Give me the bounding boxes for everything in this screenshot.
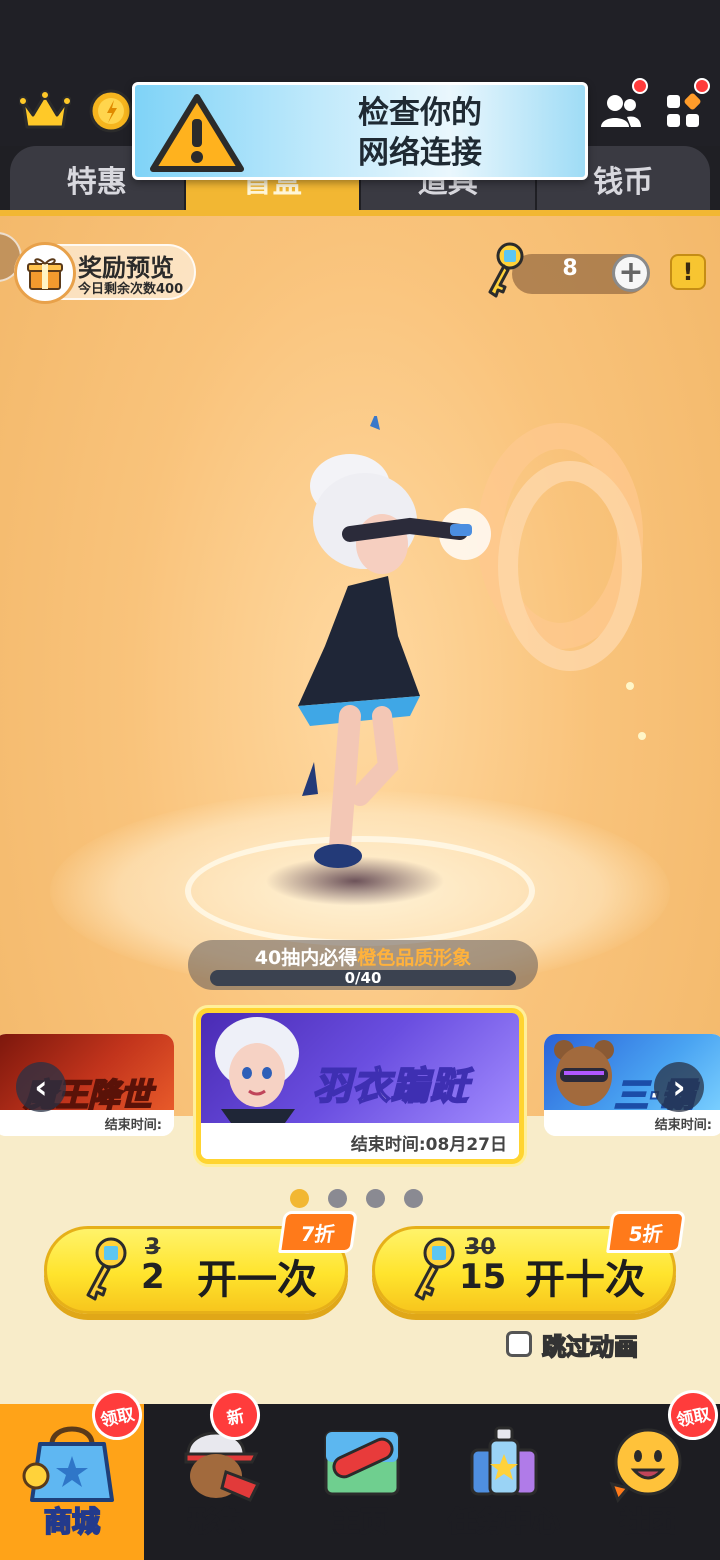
character-portrait-icon <box>215 1017 299 1123</box>
nav-tasks-label: 任务中心 <box>447 1504 561 1539</box>
warning-icon <box>150 94 244 172</box>
network-error-toast: 检查你的 网络连接 <box>132 82 588 180</box>
pager-dot[interactable] <box>328 1189 347 1208</box>
pity-prefix: 40抽内必得 <box>254 947 358 969</box>
key-icon <box>86 1237 127 1301</box>
nav-club[interactable]: 社团 领取 <box>576 1385 720 1560</box>
nav-shop-label: 商城 <box>43 1504 101 1539</box>
nav-home-label: 主页 <box>331 1504 389 1539</box>
nav-tasks[interactable]: 任务中心 <box>432 1404 576 1560</box>
coin-icon[interactable] <box>84 84 138 138</box>
banner-next-arrow[interactable]: › <box>654 1062 704 1112</box>
draw-ten-discount-badge: 5折 <box>606 1211 686 1253</box>
pager-dot[interactable] <box>404 1189 423 1208</box>
nav-home[interactable]: 主页 <box>288 1404 432 1560</box>
draw-once-new-price: 2 <box>141 1257 165 1297</box>
nav-club-label: 社团 <box>619 1504 677 1539</box>
menu-grid-icon[interactable] <box>656 78 710 138</box>
toast-line-2: 网络连接 <box>358 135 482 171</box>
nav-shop[interactable]: 商城 领取 <box>0 1385 147 1560</box>
gift-icon <box>14 242 76 304</box>
banner-right-footer: 结束时间: <box>544 1110 720 1136</box>
draw-ten-label: 开十次 <box>525 1257 645 1303</box>
banner-right-end-time: 结束时间: <box>654 1118 712 1133</box>
blind-box-stage: 奖励预览 今日剩余次数400 8 + ! 40抽内必得橙色品质形象 0/40 魔… <box>0 216 720 1404</box>
character-figure <box>298 416 646 868</box>
key-icon <box>414 1237 455 1301</box>
skip-animation-label: 跳过动画 <box>541 1332 639 1362</box>
skip-animation-checkbox[interactable] <box>506 1331 532 1357</box>
info-button[interactable]: ! <box>670 254 706 290</box>
pity-progress-text: 0/40 <box>344 969 382 987</box>
key-count: 8 <box>562 256 578 281</box>
banner-main-title: 羽衣蹁跹 <box>312 1063 470 1109</box>
nav-avatar[interactable]: 形象 新 <box>144 1385 288 1560</box>
reward-preview-button[interactable]: 奖励预览 今日剩余次数400 <box>14 242 196 304</box>
banner-left-footer: 结束时间: <box>0 1110 174 1136</box>
banner-main[interactable]: 羽衣蹁跹 结束时间:08月27日 <box>196 1008 524 1164</box>
skip-animation-toggle[interactable]: 跳过动画 <box>506 1326 639 1362</box>
pager-dot[interactable] <box>290 1189 309 1208</box>
pity-highlight: 橙色品质形象 <box>357 947 472 969</box>
banner-main-end-time: 结束时间:08月27日 <box>350 1135 507 1155</box>
banner-main-art: 羽衣蹁跹 <box>201 1013 519 1123</box>
ribbon-spiral <box>477 423 643 671</box>
draw-ten-new-price: 15 <box>459 1257 507 1297</box>
draw-once-label: 开一次 <box>197 1257 317 1303</box>
crown-icon[interactable] <box>18 84 72 138</box>
pity-title: 40抽内必得橙色品质形象 <box>188 943 538 970</box>
banner-main-footer: 结束时间:08月27日 <box>201 1123 519 1159</box>
banner-pager <box>290 1189 423 1208</box>
menu-notification-dot <box>694 78 710 94</box>
status-strip <box>0 0 720 76</box>
banner-prev-arrow[interactable]: ‹ <box>16 1062 66 1112</box>
friends-notification-dot <box>632 78 648 94</box>
home-skateboard-icon <box>324 1430 400 1496</box>
banner-left-end-time: 结束时间: <box>104 1118 162 1133</box>
task-bottles-icon <box>470 1426 538 1496</box>
draw-ten-button[interactable]: 30 15 开十次 5折 <box>372 1211 686 1314</box>
toast-line-1: 检查你的 <box>358 95 482 131</box>
bottom-nav: 商城 领取 形象 新 主页 任务中心 社团 领取 <box>0 1385 720 1560</box>
draw-once-discount-badge: 7折 <box>278 1211 358 1253</box>
bear-avatar-icon <box>554 1040 614 1106</box>
draw-once-button[interactable]: 3 2 开一次 7折 <box>44 1211 358 1314</box>
pity-progress: 40抽内必得橙色品质形象 0/40 <box>188 940 538 990</box>
key-icon <box>488 242 524 298</box>
pager-dot[interactable] <box>366 1189 385 1208</box>
toast-message: 检查你的 网络连接 <box>325 93 515 173</box>
friends-icon[interactable] <box>594 78 648 138</box>
add-keys-button[interactable]: + <box>612 254 650 292</box>
nav-avatar-label: 形象 <box>187 1504 245 1539</box>
reward-preview-subtitle: 今日剩余次数400 <box>78 282 184 297</box>
